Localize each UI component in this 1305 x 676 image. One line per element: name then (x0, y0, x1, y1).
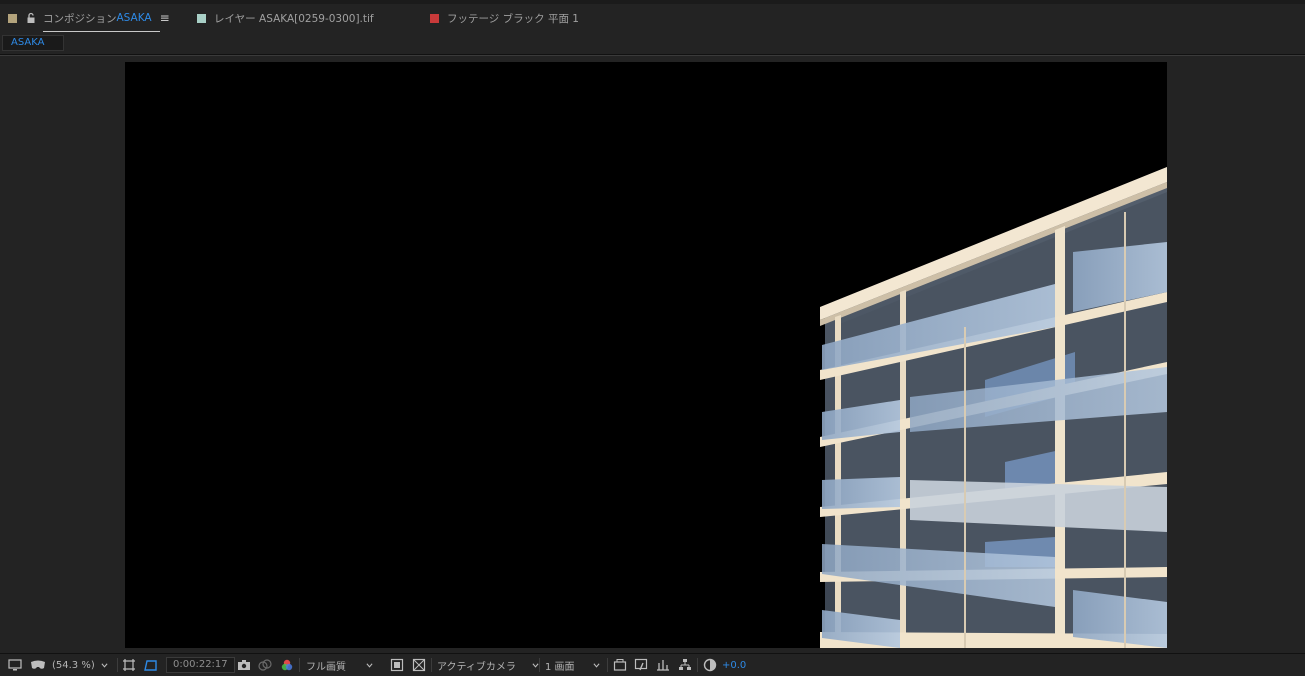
panel-menu-icon[interactable]: ≡ (160, 11, 170, 25)
timecode-value: 0:00:22:17 (166, 657, 235, 673)
layout-value: 1 画面 (545, 661, 575, 673)
composition-canvas[interactable] (125, 62, 1167, 648)
flowchart-button[interactable] (678, 654, 692, 676)
fast-preview-icon (634, 658, 648, 671)
toggle-transparency-icon (258, 659, 272, 671)
tab-layer-label: レイヤー ASAKA[0259-0300].tif (214, 12, 374, 25)
viewer-toolbar: (54.3 %) 0:00:22:17 フル画質 アクティブカメラ 1 画面 +… (0, 653, 1305, 676)
building-render-image (820, 167, 1167, 648)
color-channels-icon (281, 659, 293, 671)
resolution-value: フル画質 (306, 661, 346, 673)
region-icon (144, 660, 157, 671)
chevron-down-icon (101, 662, 108, 668)
tab-footage[interactable]: フッテージ ブラック 平面 1 (430, 4, 579, 32)
fast-preview-button[interactable] (634, 654, 648, 676)
chevron-down-icon (593, 662, 600, 668)
view-layout-dropdown[interactable]: 1 画面 (545, 654, 600, 676)
region-of-interest-button[interactable] (390, 654, 404, 676)
zoom-value: (54.3 %) (52, 659, 95, 671)
reset-exposure-icon (703, 658, 717, 672)
panel-tab-bar: コンポジション ASAKA ≡ レイヤー ASAKA[0259-0300].ti… (0, 4, 1305, 33)
show-snapshot-button[interactable] (258, 654, 272, 676)
divider (539, 658, 540, 672)
reset-exposure-button[interactable] (703, 654, 717, 676)
view-value: アクティブカメラ (437, 661, 516, 673)
composition-viewer[interactable] (0, 56, 1305, 653)
grid-guides-button[interactable] (122, 654, 136, 676)
tab-composition[interactable]: コンポジション ASAKA ≡ (8, 4, 170, 32)
composition-navigator: ASAKA (0, 32, 1305, 55)
always-preview-button[interactable] (8, 654, 22, 676)
chevron-down-icon (532, 662, 539, 668)
exposure-value: +0.0 (722, 659, 747, 671)
divider (697, 658, 698, 672)
tab-composition-name: ASAKA (116, 12, 152, 24)
zoom-dropdown[interactable]: (54.3 %) (52, 654, 108, 676)
grid-icon (123, 659, 135, 671)
divider (117, 658, 118, 672)
timeline-button[interactable] (656, 654, 670, 676)
current-time-field[interactable]: 0:00:22:17 (166, 654, 235, 676)
camera-icon (238, 660, 250, 670)
exposure-field[interactable]: +0.0 (722, 654, 746, 676)
tab-footage-label: フッテージ ブラック 平面 1 (447, 12, 579, 25)
timeline-icon (657, 660, 669, 671)
transparency-grid-button[interactable] (412, 654, 426, 676)
monitor-icon (8, 659, 22, 671)
breadcrumb-composition[interactable]: ASAKA (2, 35, 64, 51)
flowchart-icon (679, 659, 691, 670)
3d-view-dropdown[interactable]: アクティブカメラ (437, 654, 539, 676)
resolution-dropdown[interactable]: フル画質 (306, 654, 373, 676)
tab-layer[interactable]: レイヤー ASAKA[0259-0300].tif (197, 4, 374, 32)
composition-color-swatch (8, 13, 17, 23)
toggle-pixel-aspect-button[interactable] (613, 654, 627, 676)
lock-icon[interactable] (25, 12, 37, 24)
layer-color-swatch (197, 13, 206, 23)
divider (607, 658, 608, 672)
toggle-mask-icon (390, 658, 404, 672)
divider (299, 658, 300, 672)
snapshot-button[interactable] (237, 654, 251, 676)
mask-visibility-button[interactable] (144, 654, 158, 676)
vr-button[interactable] (30, 654, 46, 676)
pixel-aspect-icon (613, 659, 627, 671)
tab-composition-prefix: コンポジション (43, 12, 117, 25)
channels-button[interactable] (280, 654, 294, 676)
toggle-transparency-icon (412, 658, 426, 672)
divider (431, 658, 432, 672)
footage-color-swatch (430, 13, 439, 23)
chevron-down-icon (366, 662, 373, 668)
mask-icon (31, 660, 45, 669)
